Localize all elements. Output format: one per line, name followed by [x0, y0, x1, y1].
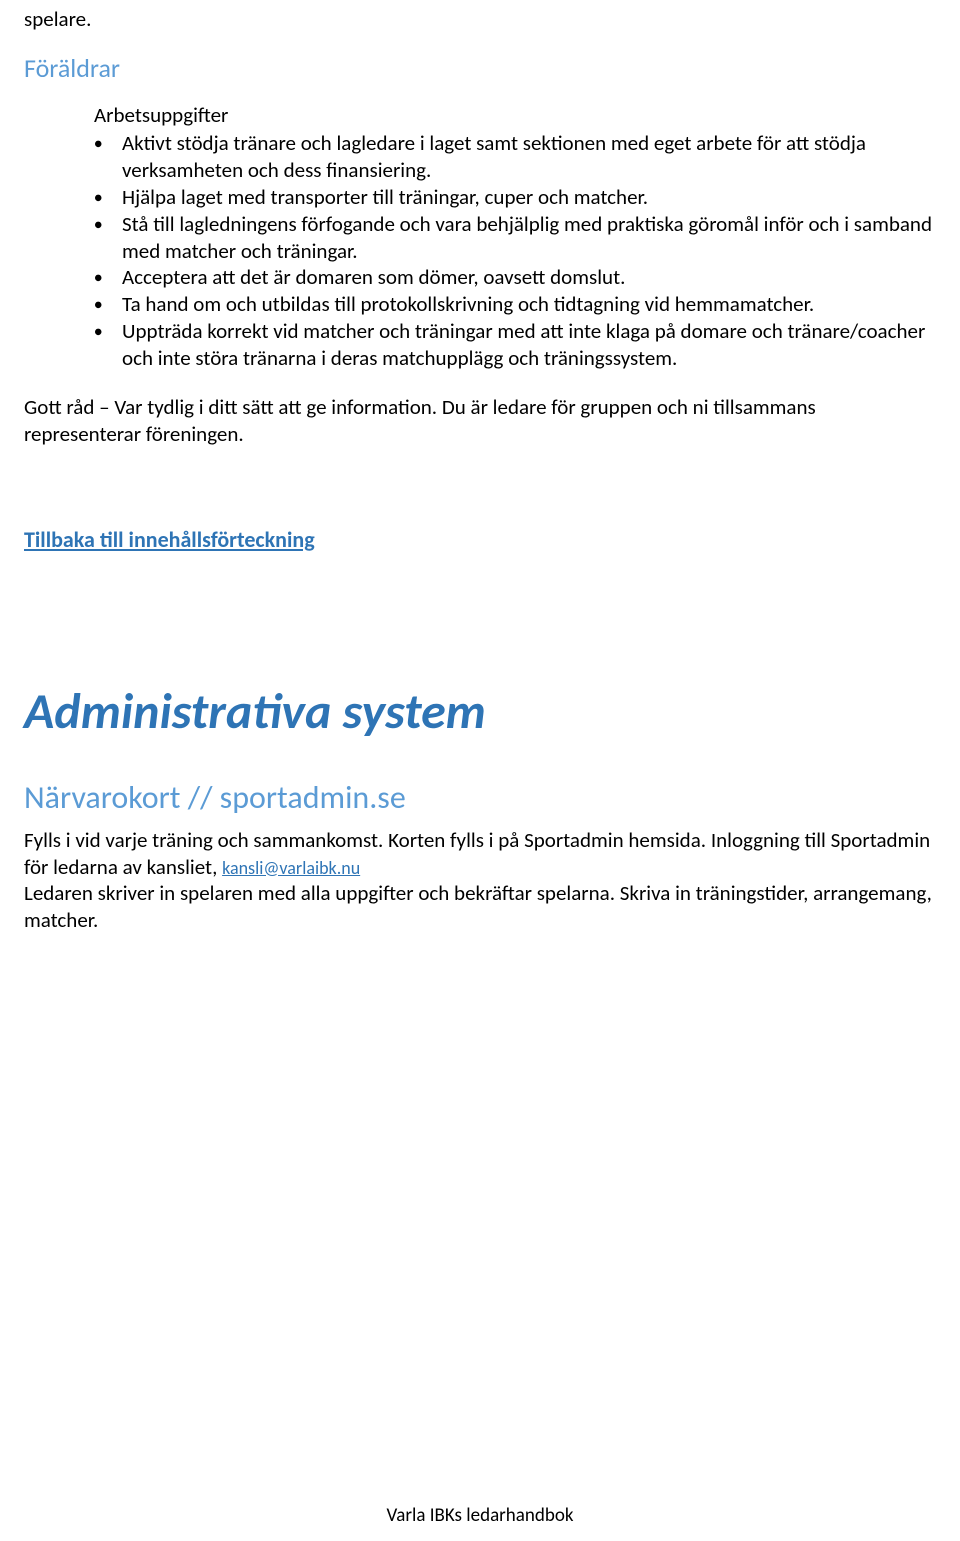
- list-item: Acceptera att det är domaren som dömer, …: [122, 264, 936, 291]
- list-item: Ta hand om och utbildas till protokollsk…: [122, 291, 936, 318]
- list-item: Aktivt stödja tränare och lagledare i la…: [122, 130, 936, 184]
- top-word: spelare.: [24, 0, 936, 32]
- body-paragraph-2: Ledaren skriver in spelaren med alla upp…: [24, 880, 936, 934]
- list-item: Stå till lagledningens förfogande och va…: [122, 211, 936, 265]
- list-item: Uppträda korrekt vid matcher och träning…: [122, 318, 936, 372]
- arbetsuppgifter-heading: Arbetsuppgifter: [94, 102, 936, 128]
- sub-heading-narvarokort: Närvarokort // sportadmin.se: [24, 778, 936, 817]
- bullet-list: Aktivt stödja tränare och lagledare i la…: [94, 130, 936, 372]
- toc-link[interactable]: Tillbaka till innehållsförteckning: [24, 526, 315, 553]
- body-text-span: Fylls i vid varje träning och sammankoms…: [24, 827, 930, 880]
- email-link[interactable]: kansli@varlaibk.nu: [222, 857, 360, 879]
- body-paragraph-1: Fylls i vid varje träning och sammankoms…: [24, 827, 936, 881]
- list-item: Hjälpa laget med transporter till tränin…: [122, 184, 936, 211]
- section-foraldrar: Föräldrar: [24, 52, 936, 84]
- main-heading: Administrativa system: [24, 681, 936, 742]
- footer-text: Varla IBKs ledarhandbok: [0, 1504, 960, 1527]
- gott-rad-paragraph: Gott råd – Var tydlig i ditt sätt att ge…: [24, 394, 936, 448]
